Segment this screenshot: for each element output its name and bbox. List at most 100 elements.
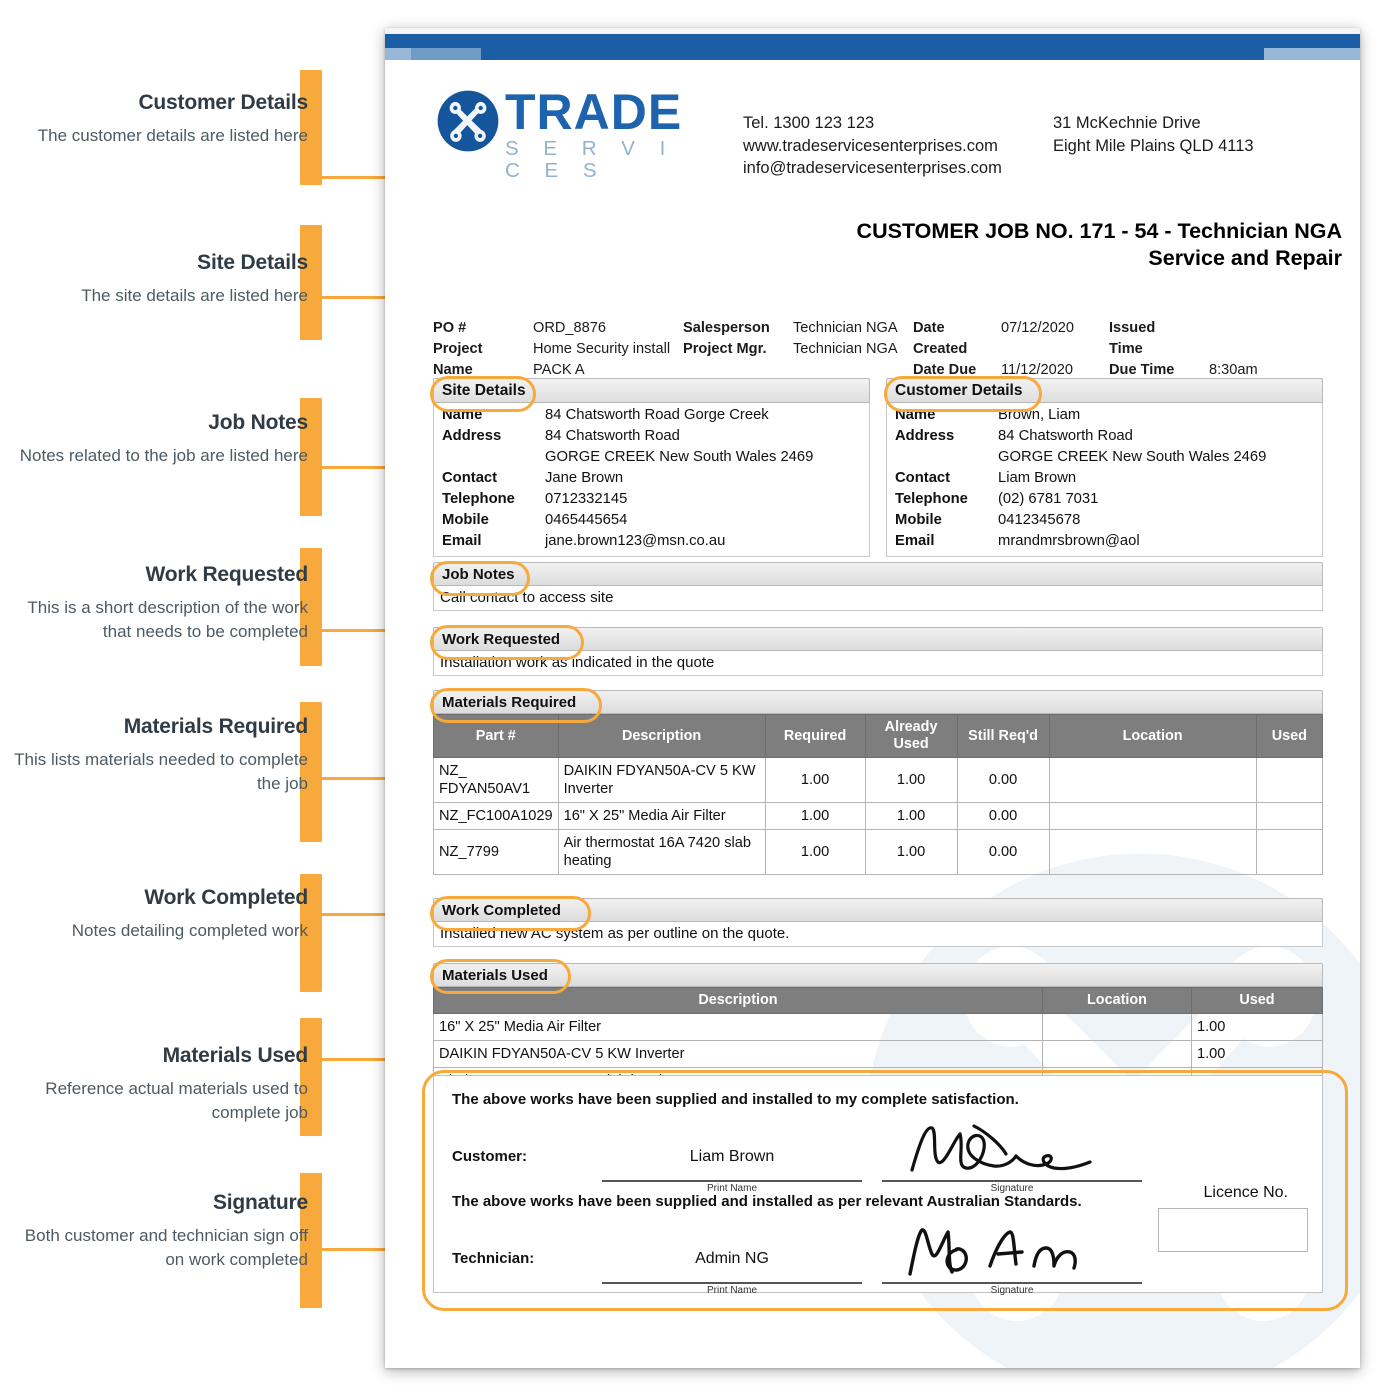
caption-print-name: Print Name [706, 1285, 757, 1296]
th-location: Location [1042, 987, 1192, 1014]
licence-no-label: Licence No. [1203, 1184, 1289, 1201]
work-requested-body: Installation work as indicated in the qu… [433, 651, 1323, 676]
detail-value: (02) 6781 7031 [998, 491, 1099, 507]
annotation-title: Customer Details [138, 91, 308, 114]
annotation-title: Signature [212, 1191, 308, 1214]
page-top-banner [385, 28, 1360, 64]
detail-row: Mobile 0465445654 [442, 510, 869, 531]
document-header: TRADE S E R V I C E S Tel. 1300 123 123 … [385, 64, 1360, 194]
th-required: Required [764, 714, 866, 758]
detail-row: Contact Jane Brown [442, 468, 869, 489]
detail-label [442, 447, 545, 468]
company-email: info@tradeservicesenterprises.com [743, 159, 1002, 177]
meta-issued-label-1: Issued [1109, 320, 1156, 336]
annotation-title: Materials Required [123, 715, 308, 738]
cell-still-reqd: 0.00 [956, 757, 1050, 803]
cell-location [1048, 757, 1257, 803]
detail-label: Contact [442, 470, 498, 486]
cell-required: 1.00 [764, 757, 866, 803]
licence-no-field[interactable] [1158, 1208, 1308, 1252]
cell-location [1042, 1013, 1192, 1041]
meta-date-value: 07/12/2020 [1001, 320, 1075, 336]
th-location: Location [1048, 714, 1257, 758]
table-row: NZ_FC100A1029 16" X 25" Media Air Filter… [433, 802, 1324, 830]
work-completed-body: Installed new AC system as per outline o… [433, 922, 1323, 947]
brand-wordmark: TRADE S E R V I C E S [505, 87, 707, 182]
job-title: CUSTOMER JOB NO. 171 - 54 - Technician N… [385, 218, 1360, 272]
detail-row: GORGE CREEK New South Wales 2469 [442, 447, 869, 468]
job-notes-body: Call contact to access site [433, 586, 1323, 611]
table-header-row: Description Location Used [433, 987, 1323, 1014]
table-header-row: Part # Description Required Already Used… [433, 714, 1324, 758]
annotation-desc: Reference actual materials used to compl… [45, 1079, 308, 1123]
cell-still-reqd: 0.00 [956, 802, 1050, 830]
meta-project-mgr-label: Project Mgr. [683, 341, 767, 357]
signature-row-customer: Customer: Liam Brown Print Name Signatur… [452, 1110, 1304, 1194]
detail-row: Name Brown, Liam [895, 405, 1322, 426]
annotation-work-completed: Work Completed Notes detailing completed… [8, 885, 308, 943]
detail-label: Mobile [895, 512, 942, 528]
meta-project-label-1: Project [433, 341, 483, 357]
detail-row: Contact Liam Brown [895, 468, 1322, 489]
caption-signature: Signature [990, 1285, 1034, 1296]
meta-project-mgr-value: Technician NGA [793, 341, 898, 357]
work-requested-heading: Work Requested [433, 627, 1323, 651]
annotation-desc: This is a short description of the work … [27, 598, 308, 642]
site-details-heading: Site Details [433, 378, 870, 403]
meta-date-label-1: Date [913, 320, 945, 336]
site-details-panel: Site Details Name 84 Chatsworth Road Gorg… [433, 378, 870, 557]
job-sheet-document: TRADE S E R V I C E S Tel. 1300 123 123 … [385, 28, 1360, 1368]
cell-description: DAIKIN FDYAN50A-CV 5 KW Inverter [557, 757, 766, 803]
table-row: 16" X 25" Media Air Filter 1.00 [433, 1013, 1323, 1041]
detail-label: Name [442, 407, 483, 423]
cell-already-used: 1.00 [864, 802, 958, 830]
detail-row: Name 84 Chatsworth Road Gorge Creek [442, 405, 869, 426]
customer-signature-image [910, 1124, 1092, 1172]
detail-label: Address [895, 428, 955, 444]
detail-label: Email [442, 533, 482, 549]
annotation-materials-required: Materials Required This lists materials … [8, 714, 308, 797]
th-description: Description [433, 987, 1043, 1014]
meta-date-label-2: Created [913, 341, 968, 357]
annotation-desc: The site details are listed here [81, 286, 308, 306]
materials-required-heading: Materials Required [433, 690, 1323, 714]
table-row: DAIKIN FDYAN50A-CV 5 KW Inverter 1.00 [433, 1040, 1323, 1068]
annotation-title: Materials Used [162, 1044, 309, 1067]
meta-po-label: PO # [433, 320, 467, 336]
detail-label: Name [895, 407, 936, 423]
annotation-signature: Signature Both customer and technician s… [8, 1190, 308, 1273]
company-address-block: 31 McKechnie Drive Eight Mile Plains QLD… [1053, 112, 1254, 157]
detail-label: Mobile [442, 512, 489, 528]
cell-used [1255, 802, 1324, 830]
detail-row: Telephone 0712332145 [442, 489, 869, 510]
annotation-job-notes: Job Notes Notes related to the job are l… [8, 410, 308, 468]
annotation-materials-used: Materials Used Reference actual material… [8, 1043, 308, 1126]
cell-required: 1.00 [764, 802, 866, 830]
meta-issued-value [1209, 318, 1333, 339]
meta-salesperson-value: Technician NGA [793, 320, 898, 336]
annotation-title: Site Details [197, 251, 308, 274]
technician-print-name: Admin NG [695, 1250, 769, 1267]
customer-details-body: Name Brown, Liam Address 84 Chatsworth Roa… [886, 403, 1323, 557]
detail-label [895, 447, 998, 468]
cell-part: NZ_FC100A1029 [433, 802, 559, 830]
cell-already-used: 1.00 [864, 829, 958, 875]
detail-value: 0465445654 [545, 512, 628, 528]
detail-label: Telephone [895, 491, 968, 507]
detail-value: 0412345678 [998, 512, 1081, 528]
cell-used: 1.00 [1191, 1040, 1323, 1068]
technician-role-label: Technician: [452, 1250, 535, 1267]
caption-print-name: Print Name [706, 1183, 757, 1194]
cell-still-reqd: 0.00 [956, 829, 1050, 875]
th-part: Part # [433, 714, 559, 758]
cell-description: 16" X 25" Media Air Filter [433, 1013, 1043, 1041]
cell-location [1048, 802, 1257, 830]
crossed-tools-icon [437, 90, 499, 152]
job-notes-heading: Job Notes [433, 562, 1323, 586]
detail-row: Address 84 Chatsworth Road [895, 426, 1322, 447]
cell-description: Air thermostat 16A 7420 slab heating [557, 829, 766, 875]
annotation-desc: Both customer and technician sign off on… [24, 1226, 308, 1270]
technician-signature-rule [882, 1282, 1142, 1284]
cell-description: 16" X 25" Media Air Filter [557, 802, 766, 830]
annotation-title: Work Requested [145, 563, 308, 586]
